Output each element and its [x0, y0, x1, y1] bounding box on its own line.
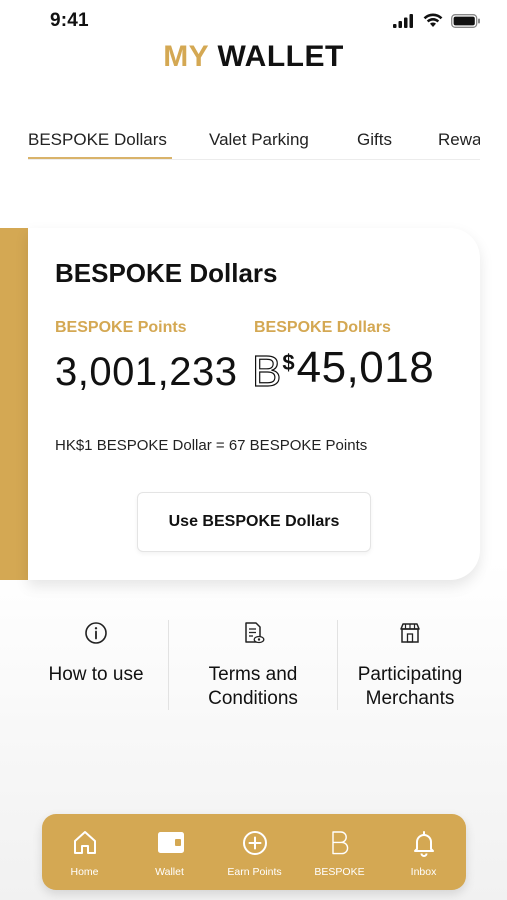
store-icon [400, 623, 420, 643]
participating-merchants-link[interactable]: Participating Merchants [332, 620, 488, 710]
page-title-wallet: WALLET [217, 40, 344, 73]
bottom-nav: Home Wallet Earn Points BESPOKE Inbox [42, 814, 466, 890]
status-time: 9:41 [50, 10, 89, 31]
plus-circle-icon [242, 831, 267, 855]
nav-bespoke[interactable]: BESPOKE [297, 814, 382, 890]
bespoke-currency-letter: B [251, 347, 282, 396]
terms-conditions-label: Terms and Conditions [208, 664, 298, 709]
home-icon [73, 831, 96, 854]
how-to-use-label: How to use [48, 664, 144, 685]
nav-home-label: Home [70, 866, 99, 878]
nav-bespoke-label: BESPOKE [314, 866, 365, 878]
nav-earn-points-label: Earn Points [227, 866, 282, 878]
nav-inbox[interactable]: Inbox [381, 814, 466, 890]
wallet-tabs: BESPOKE Dollars Valet Parking Gifts Rewa [28, 120, 480, 160]
terms-conditions-link[interactable]: Terms and Conditions [175, 620, 331, 710]
card-title: BESPOKE Dollars [55, 258, 278, 288]
tab-bespoke-dollars[interactable]: BESPOKE Dollars [28, 130, 167, 150]
currency-sign: $ [282, 350, 295, 375]
wifi-icon [423, 13, 443, 27]
page-title: MY WALLET [0, 40, 507, 74]
conversion-rate-text: HK$1 BESPOKE Dollar = 67 BESPOKE Points [55, 437, 368, 454]
document-icon [245, 622, 265, 644]
nav-inbox-label: Inbox [410, 866, 437, 878]
page-title-my: MY [163, 40, 209, 73]
status-bar: 9:41 [0, 0, 507, 44]
tab-active-indicator [28, 157, 172, 159]
points-value: 3,001,233 [55, 350, 238, 394]
tab-valet-parking[interactable]: Valet Parking [209, 130, 309, 150]
tab-rewards[interactable]: Rewa [438, 130, 480, 150]
nav-home[interactable]: Home [42, 814, 127, 890]
dollars-label: BESPOKE Dollars [254, 319, 391, 336]
bell-icon [413, 831, 434, 857]
dollars-value: 45,018 [296, 343, 435, 392]
nav-wallet[interactable]: Wallet [127, 814, 212, 890]
bespoke-b-icon [331, 831, 348, 855]
tab-gifts[interactable]: Gifts [357, 130, 392, 150]
dollars-amount: B $ 45,018 [251, 343, 435, 396]
how-to-use-link[interactable]: How to use [18, 620, 174, 710]
participating-merchants-label: Participating Merchants [357, 664, 463, 709]
wallet-icon [157, 832, 184, 853]
info-icon [85, 622, 107, 644]
battery-icon [451, 13, 480, 28]
signal-icon [393, 13, 413, 28]
status-icons [393, 13, 481, 28]
nav-wallet-label: Wallet [155, 866, 184, 878]
points-label: BESPOKE Points [55, 319, 187, 336]
info-divider [168, 620, 169, 710]
use-bespoke-dollars-button[interactable]: Use BESPOKE Dollars [137, 492, 371, 552]
nav-earn-points[interactable]: Earn Points [212, 814, 297, 890]
bespoke-dollars-card: BESPOKE Dollars BESPOKE Points BESPOKE D… [28, 228, 480, 580]
